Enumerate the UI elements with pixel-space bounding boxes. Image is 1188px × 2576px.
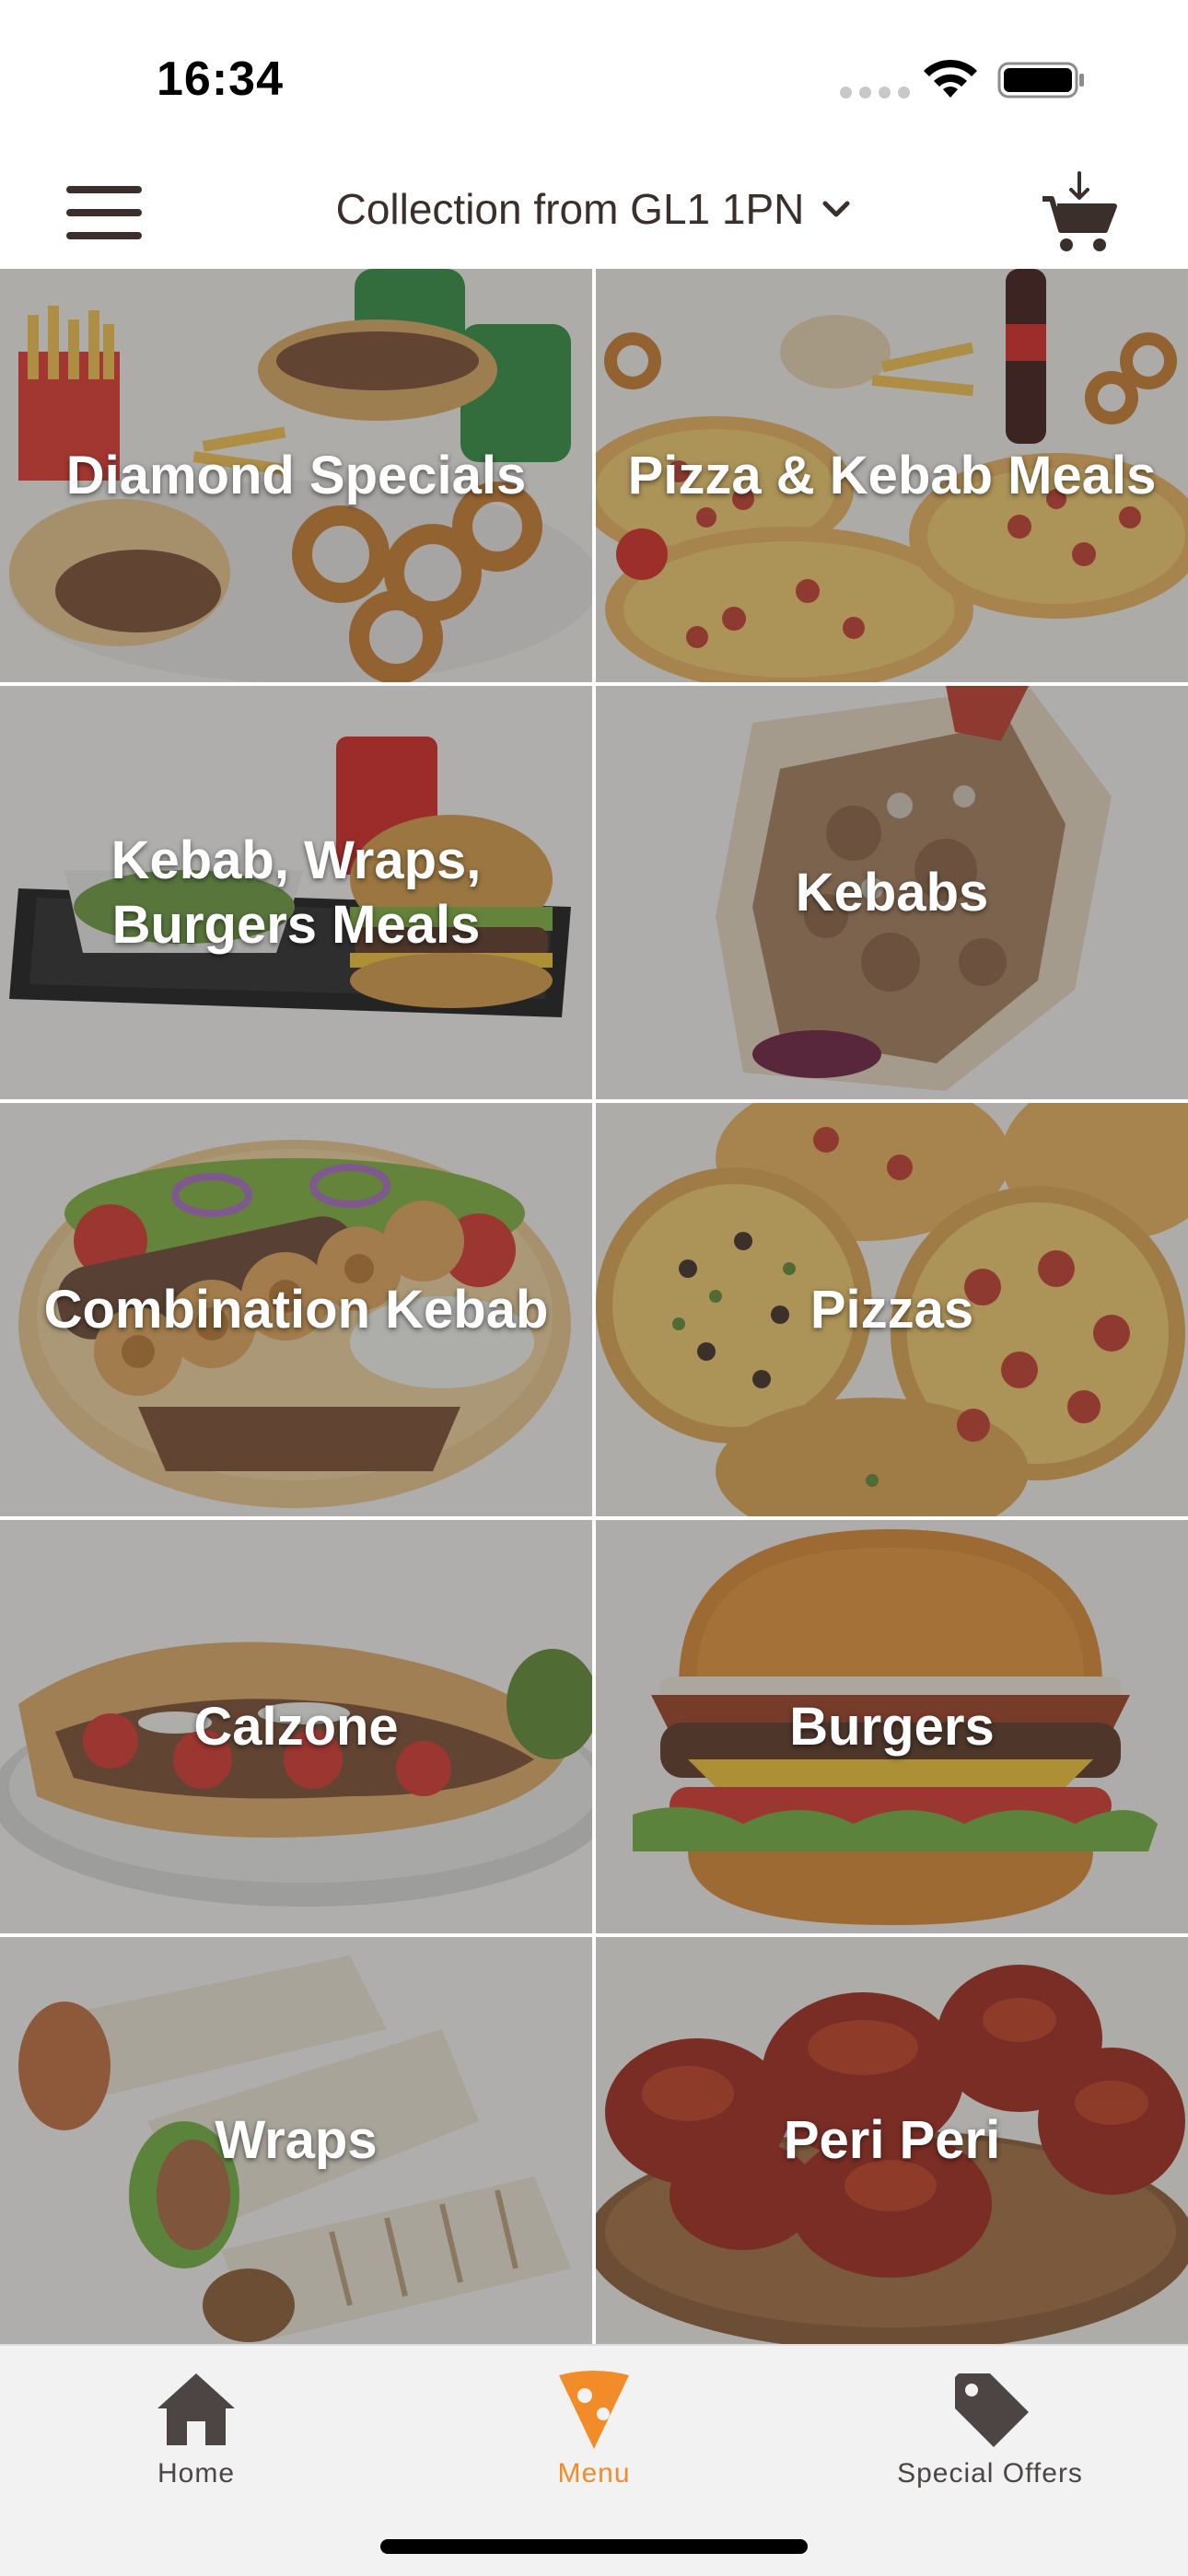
- category-label: Diamond Specials: [65, 445, 527, 505]
- tag-icon: [955, 2373, 1029, 2447]
- category-label: Peri Peri: [783, 2110, 1001, 2170]
- category-tile-calzone[interactable]: Calzone: [0, 1520, 592, 1933]
- tab-menu[interactable]: Menu: [456, 2364, 732, 2489]
- tab-label: Special Offers: [897, 2458, 1083, 2489]
- pizza-slice-icon: [559, 2371, 629, 2449]
- category-label: Calzone: [193, 1696, 399, 1757]
- category-label: Pizzas: [809, 1279, 974, 1340]
- tab-label: Home: [157, 2458, 236, 2489]
- battery-icon: [997, 62, 1084, 99]
- home-icon: [157, 2373, 235, 2445]
- tab-label: Menu: [557, 2458, 631, 2489]
- status-bar: 16:34: [0, 0, 1188, 157]
- chevron-down-icon: [822, 201, 850, 217]
- location-selector[interactable]: Collection from GL1 1PN: [0, 184, 1188, 234]
- status-time: 16:34: [157, 52, 284, 106]
- category-tile-diamond-specials[interactable]: Diamond Specials: [0, 269, 592, 682]
- category-tile-kebabs[interactable]: Kebabs: [596, 686, 1188, 1099]
- category-tile-wraps[interactable]: Wraps: [0, 1937, 592, 2344]
- basket-button[interactable]: [1041, 169, 1118, 258]
- category-label: Kebab, Wraps, Burgers Meals: [111, 830, 482, 955]
- wifi-icon: [924, 59, 977, 98]
- category-grid: Diamond Specials Pizza & Kebab Meals Keb…: [0, 269, 1188, 2344]
- category-tile-peri-peri[interactable]: Peri Peri: [596, 1937, 1188, 2344]
- category-label: Wraps: [215, 2110, 378, 2170]
- category-label: Burgers: [789, 1696, 995, 1757]
- location-label: Collection from GL1 1PN: [335, 185, 805, 233]
- category-label: Pizza & Kebab Meals: [627, 445, 1157, 505]
- category-tile-pizza-kebab-meals[interactable]: Pizza & Kebab Meals: [596, 269, 1188, 682]
- home-indicator: [380, 2539, 808, 2554]
- cellular-signal-icon: [840, 87, 910, 99]
- tab-home[interactable]: Home: [58, 2364, 334, 2489]
- tab-special-offers[interactable]: Special Offers: [852, 2364, 1128, 2489]
- app-header: Collection from GL1 1PN: [0, 157, 1188, 271]
- category-label: Combination Kebab: [43, 1279, 549, 1340]
- category-tile-combination-kebab[interactable]: Combination Kebab: [0, 1103, 592, 1516]
- category-tile-burgers[interactable]: Burgers: [596, 1520, 1188, 1933]
- category-tile-pizzas[interactable]: Pizzas: [596, 1103, 1188, 1516]
- category-label: Kebabs: [795, 862, 989, 922]
- category-tile-kebab-wraps-burgers-meals[interactable]: Kebab, Wraps, Burgers Meals: [0, 686, 592, 1099]
